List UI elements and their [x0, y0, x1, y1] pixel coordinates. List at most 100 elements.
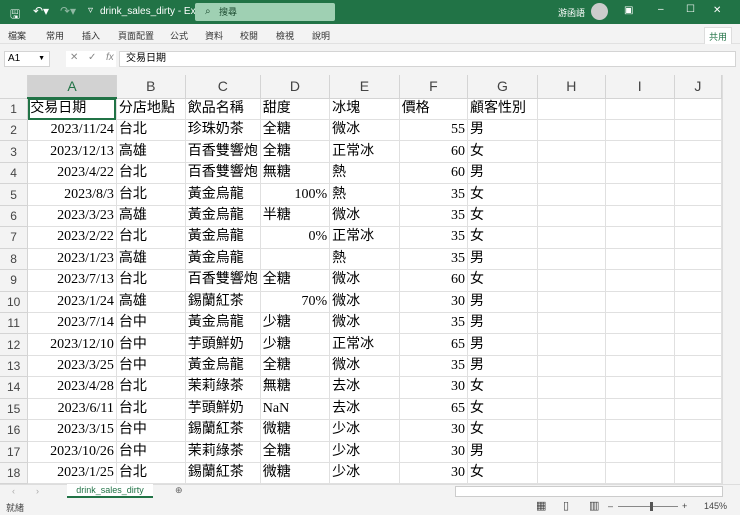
cell[interactable]: 2023/12/10 [27, 333, 117, 356]
cell[interactable] [605, 376, 675, 399]
cell[interactable]: 熱 [329, 248, 400, 271]
cell[interactable] [605, 205, 675, 228]
column-header-A[interactable]: A [27, 75, 117, 99]
cell[interactable]: 無糖 [260, 162, 331, 185]
cell[interactable]: 黃金烏龍 [185, 205, 261, 228]
cell[interactable]: 台北 [116, 462, 186, 484]
cell[interactable] [537, 98, 606, 120]
cell[interactable] [605, 98, 675, 120]
cell[interactable]: 男 [467, 119, 538, 142]
cell[interactable]: 2023/1/23 [27, 248, 117, 271]
avatar[interactable] [591, 3, 608, 20]
cell[interactable]: 黃金烏龍 [185, 312, 261, 335]
row-header[interactable]: 13 [0, 355, 29, 378]
cell[interactable]: 30 [399, 419, 469, 442]
zoom-in-icon[interactable]: + [682, 501, 687, 511]
cell[interactable]: 無糖 [260, 376, 331, 399]
vertical-scrollbar[interactable] [722, 75, 740, 484]
cell[interactable]: 高雄 [116, 291, 186, 313]
cell[interactable]: 去冰 [329, 398, 400, 421]
tab-page-layout[interactable]: 頁面配置 [118, 29, 154, 42]
close-button[interactable]: ✕ [713, 5, 721, 16]
cell[interactable]: 男 [467, 333, 538, 356]
cell[interactable] [537, 291, 606, 313]
undo-icon[interactable]: ↶▾ [33, 4, 49, 18]
cell[interactable]: 微糖 [260, 462, 331, 484]
tab-file[interactable]: 檔案 [8, 29, 26, 42]
cell[interactable] [605, 291, 675, 313]
cell[interactable]: 70% [260, 291, 331, 313]
row-header[interactable]: 11 [0, 312, 29, 335]
cell[interactable]: 2023/1/25 [27, 462, 117, 484]
cell[interactable]: 全糖 [260, 119, 331, 142]
sheet-tab[interactable]: drink_sales_dirty [67, 484, 153, 498]
column-header-B[interactable]: B [116, 75, 186, 99]
column-header-H[interactable]: H [537, 75, 606, 99]
row-header[interactable]: 4 [0, 162, 29, 185]
column-header-C[interactable]: C [185, 75, 261, 99]
cell[interactable]: 微冰 [329, 119, 400, 142]
cell[interactable]: 女 [467, 462, 538, 484]
cell[interactable]: 茉莉綠茶 [185, 441, 261, 464]
row-header[interactable]: 15 [0, 398, 29, 421]
cell[interactable] [537, 226, 606, 249]
cell[interactable]: 30 [399, 376, 469, 399]
cell[interactable] [674, 226, 722, 249]
cell[interactable]: 35 [399, 248, 469, 271]
cell[interactable]: 35 [399, 312, 469, 335]
cell[interactable]: 女 [467, 376, 538, 399]
row-header[interactable]: 18 [0, 462, 29, 484]
row-header[interactable]: 5 [0, 183, 29, 206]
cell[interactable]: 35 [399, 226, 469, 249]
cancel-icon[interactable]: ✕ [70, 52, 78, 63]
row-header[interactable]: 12 [0, 333, 29, 356]
cell[interactable] [674, 248, 722, 271]
cell[interactable]: 正常冰 [329, 333, 400, 356]
cell[interactable]: 台北 [116, 162, 186, 185]
cell[interactable]: 35 [399, 183, 469, 206]
minimize-button[interactable]: – [658, 4, 664, 15]
insert-function-icon[interactable]: fx [106, 52, 114, 63]
cell[interactable]: 台北 [116, 183, 186, 206]
zoom-out-icon[interactable]: – [608, 501, 613, 511]
column-header-G[interactable]: G [467, 75, 538, 99]
cell[interactable]: 全糖 [260, 140, 331, 163]
cell[interactable]: 錫蘭紅茶 [185, 291, 261, 313]
cell[interactable]: 錫蘭紅茶 [185, 419, 261, 442]
cell[interactable] [674, 183, 722, 206]
cell[interactable]: 顧客性別 [467, 98, 538, 120]
cell[interactable] [674, 355, 722, 378]
cell[interactable] [537, 462, 606, 484]
tab-data[interactable]: 資料 [205, 29, 223, 42]
row-header[interactable]: 16 [0, 419, 29, 442]
cell[interactable]: 微冰 [329, 291, 400, 313]
cell[interactable] [537, 269, 606, 292]
cell[interactable]: 男 [467, 312, 538, 335]
cell[interactable]: 30 [399, 441, 469, 464]
cell[interactable]: 100% [260, 183, 331, 206]
cell[interactable] [537, 119, 606, 142]
cell[interactable] [605, 226, 675, 249]
maximize-button[interactable]: ☐ [686, 4, 695, 15]
cell[interactable]: 珍珠奶茶 [185, 119, 261, 142]
cell[interactable]: 60 [399, 162, 469, 185]
cell[interactable]: 芋頭鮮奶 [185, 333, 261, 356]
cell[interactable]: 甜度 [260, 98, 331, 120]
cell[interactable]: 飲品名稱 [185, 98, 261, 120]
cell[interactable]: 男 [467, 248, 538, 271]
cell[interactable]: 女 [467, 269, 538, 292]
cell[interactable] [605, 248, 675, 271]
cell[interactable]: 2023/12/13 [27, 140, 117, 163]
row-header[interactable]: 7 [0, 226, 29, 249]
cell[interactable]: 35 [399, 205, 469, 228]
cell[interactable]: 30 [399, 462, 469, 484]
cell[interactable] [674, 291, 722, 313]
cell[interactable]: 熱 [329, 183, 400, 206]
cell[interactable]: 2023/3/23 [27, 205, 117, 228]
row-header[interactable]: 2 [0, 119, 29, 142]
cell[interactable]: 微冰 [329, 312, 400, 335]
cell[interactable] [605, 419, 675, 442]
cell[interactable] [674, 376, 722, 399]
name-box[interactable]: A1 ▼ [4, 51, 50, 67]
cell[interactable]: 台北 [116, 269, 186, 292]
